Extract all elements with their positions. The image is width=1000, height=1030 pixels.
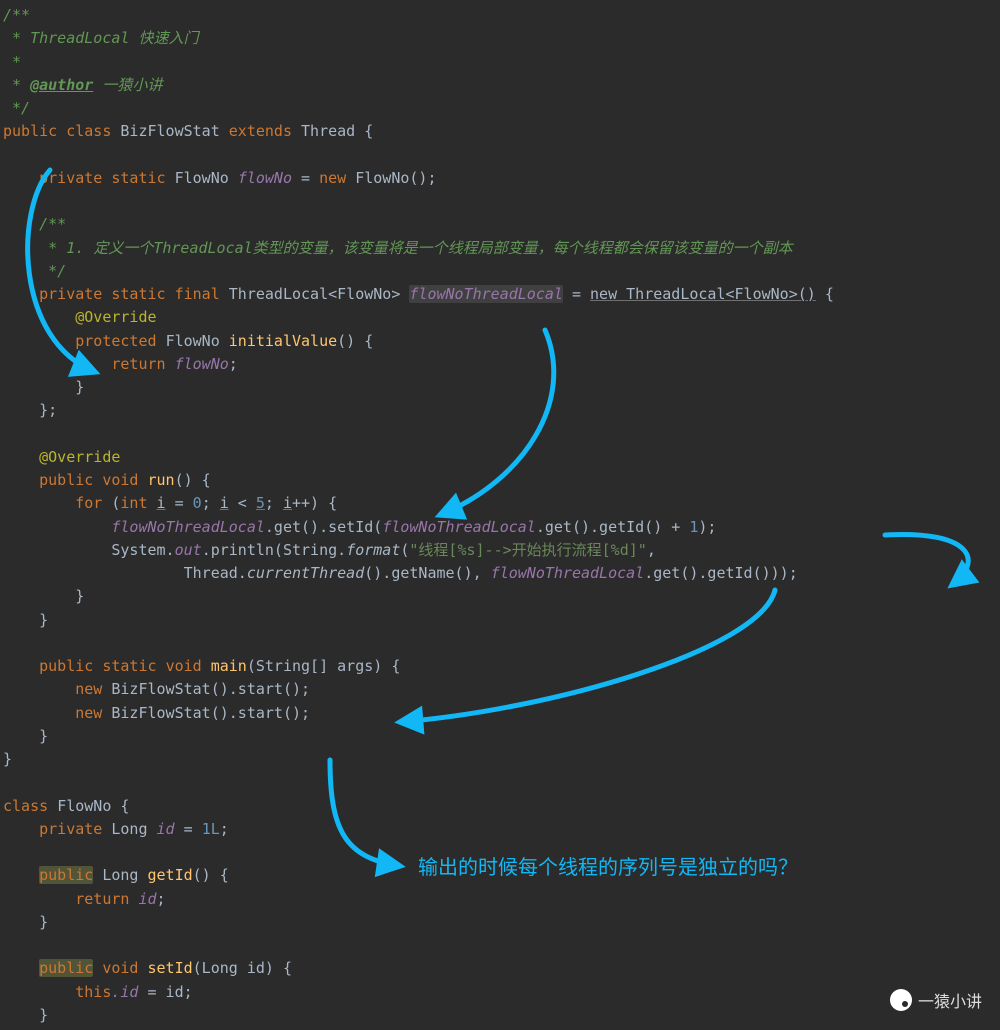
anon-method: protected FlowNo initialValue() {	[3, 332, 373, 350]
anon-close-method: }	[3, 378, 84, 396]
field-threadlocal: private static final ThreadLocal<FlowNo>…	[3, 285, 834, 303]
flowno-getid-return: return id;	[3, 890, 166, 908]
main-close: }	[3, 727, 48, 745]
anon-close-field: };	[3, 401, 57, 419]
watermark: 一猿小讲	[890, 988, 982, 1012]
run-body1: flowNoThreadLocal.get().setId(flowNoThre…	[3, 518, 716, 536]
flowno-field: private Long id = 1L;	[3, 820, 229, 838]
flowno-getid: public Long getId() {	[3, 866, 229, 884]
javadoc-close: */	[3, 99, 30, 117]
watermark-text: 一猿小讲	[918, 988, 982, 1012]
javadoc2-open: /**	[3, 215, 66, 233]
flowno-setid-close: }	[3, 1006, 48, 1024]
run-close: }	[3, 611, 48, 629]
javadoc2-close: */	[3, 262, 66, 280]
run-override: @Override	[3, 448, 120, 466]
class-decl: public class BizFlowStat extends Thread …	[3, 122, 373, 140]
class-close: }	[3, 750, 12, 768]
flowno-decl: class FlowNo {	[3, 797, 129, 815]
javadoc-author: * @author 一猿小讲	[3, 76, 162, 94]
flowno-getid-close: }	[3, 913, 48, 931]
flowno-setid-body: this.id = id;	[3, 983, 193, 1001]
javadoc-open: /**	[3, 6, 30, 24]
javadoc-star: *	[3, 53, 21, 71]
run-body2: System.out.println(String.format("线程[%s]…	[3, 541, 656, 559]
javadoc-line: * ThreadLocal 快速入门	[3, 29, 198, 47]
anon-override: @Override	[3, 308, 157, 326]
field-flowno: private static FlowNo flowNo = new FlowN…	[3, 169, 437, 187]
main-new1: new BizFlowStat().start();	[3, 680, 310, 698]
run-for: for (int i = 0; i < 5; i++) {	[3, 494, 337, 512]
run-body3: Thread.currentThread().getName(), flowNo…	[3, 564, 798, 582]
javadoc2-body: * 1. 定义一个ThreadLocal类型的变量，该变量将是一个线程局部变量，…	[3, 239, 793, 257]
main-new2: new BizFlowStat().start();	[3, 704, 310, 722]
flowno-setid: public void setId(Long id) {	[3, 959, 292, 977]
wechat-icon	[890, 989, 912, 1011]
run-close-for: }	[3, 587, 84, 605]
main-decl: public static void main(String[] args) {	[3, 657, 400, 675]
run-decl: public void run() {	[3, 471, 211, 489]
annotation-text: 输出的时候每个线程的序列号是独立的吗？	[418, 854, 798, 882]
anon-return: return flowNo;	[3, 355, 238, 373]
